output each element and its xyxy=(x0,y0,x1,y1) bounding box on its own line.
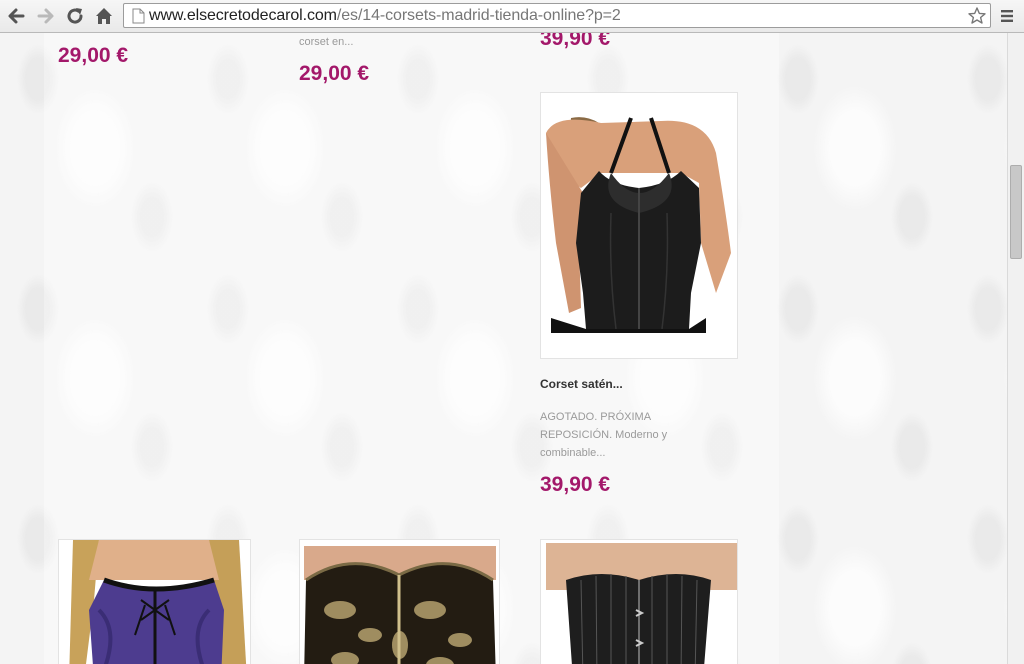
vertical-scrollbar[interactable] xyxy=(1007,33,1024,664)
product-description: corset en... xyxy=(299,36,354,48)
url-host: www.elsecretodecarol.com xyxy=(149,7,337,24)
product-title[interactable]: Corset satén... xyxy=(540,377,623,391)
browser-toolbar: www.elsecretodecarol.com/es/14-corsets-m… xyxy=(0,0,1024,33)
url-text: www.elsecretodecarol.com/es/14-corsets-m… xyxy=(149,7,621,25)
gold-brocade-corset-photo xyxy=(300,540,499,664)
reload-icon xyxy=(67,8,83,24)
browser-menu-icon[interactable] xyxy=(998,7,1016,25)
reload-button[interactable] xyxy=(64,5,86,27)
black-satin-corset-photo xyxy=(541,93,737,358)
product-image-frame[interactable] xyxy=(540,539,738,664)
product-description: AGOTADO. PRÓXIMA REPOSICIÓN. Moderno y c… xyxy=(540,411,668,459)
home-button[interactable] xyxy=(93,5,115,27)
bookmark-star-icon[interactable] xyxy=(967,6,987,26)
product-image-frame[interactable] xyxy=(540,92,738,359)
product-price: 39,90 € xyxy=(540,33,611,50)
purple-lace-corset-photo xyxy=(59,540,250,664)
back-arrow-icon xyxy=(8,8,25,24)
back-button[interactable] xyxy=(5,5,27,27)
product-price: 29,00 € xyxy=(58,44,129,67)
page-icon xyxy=(132,8,145,24)
scrollbar-thumb[interactable] xyxy=(1010,165,1022,259)
page-viewport: 29,00 € corset en... 29,00 € 39,90 € Cor… xyxy=(0,33,1007,664)
product-image-frame[interactable] xyxy=(299,539,500,664)
home-icon xyxy=(96,8,112,24)
product-image-frame[interactable] xyxy=(58,539,251,664)
product-price: 39,90 € xyxy=(540,473,611,496)
product-price: 29,00 € xyxy=(299,62,370,85)
forward-arrow-icon xyxy=(37,8,54,24)
address-bar[interactable]: www.elsecretodecarol.com/es/14-corsets-m… xyxy=(123,3,991,28)
forward-button[interactable] xyxy=(35,5,57,27)
url-path: /es/14-corsets-madrid-tienda-online?p=2 xyxy=(336,7,621,24)
black-pinstripe-corset-photo xyxy=(541,540,737,664)
